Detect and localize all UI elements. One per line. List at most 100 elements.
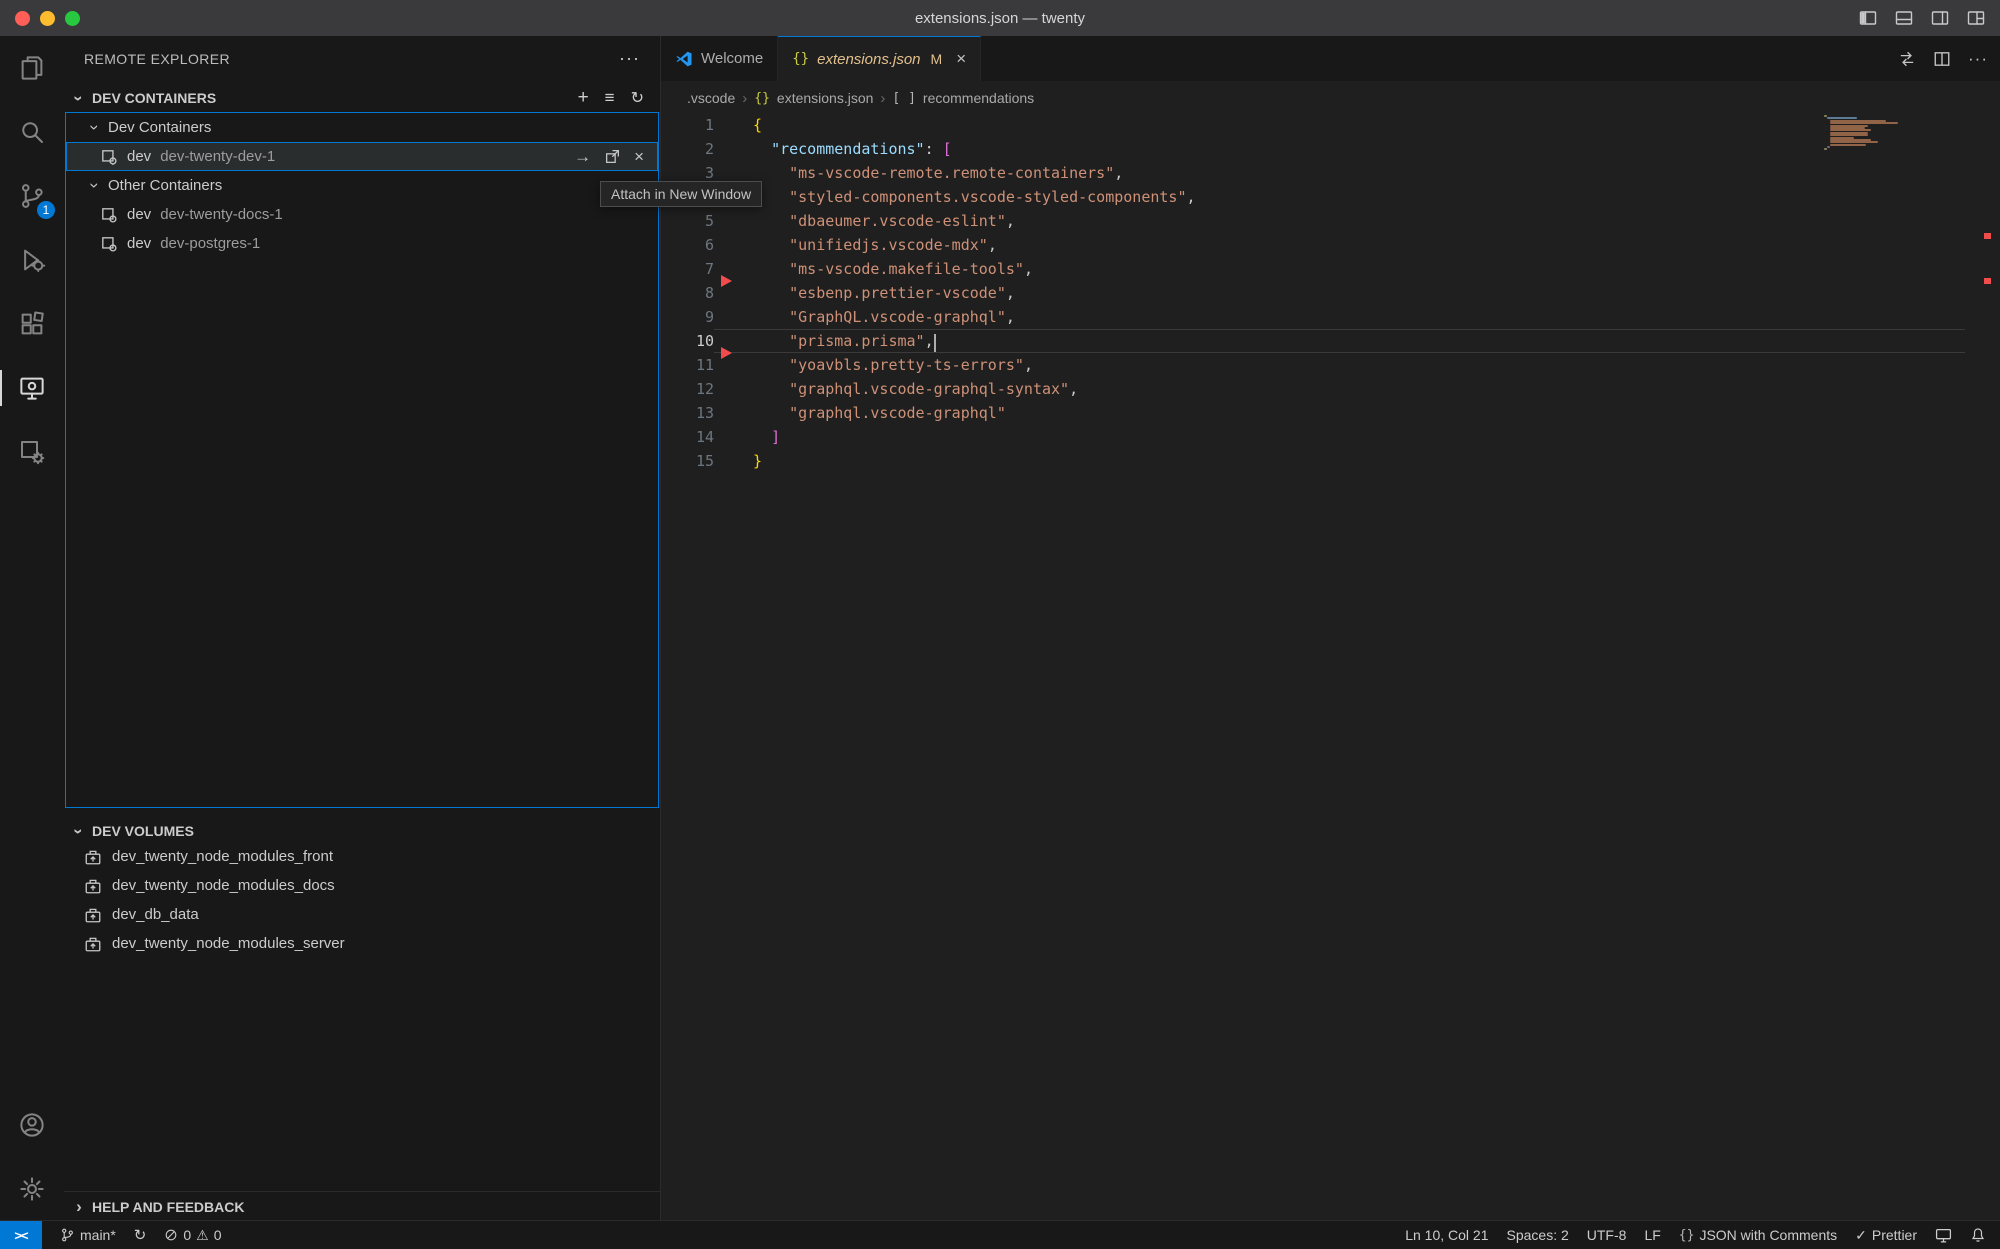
close-tab-icon[interactable]: × — [956, 49, 966, 69]
encoding-label: UTF-8 — [1587, 1227, 1627, 1243]
filter-icon[interactable]: ≡ — [605, 88, 615, 108]
toggle-secondary-sidebar-icon[interactable] — [1930, 8, 1950, 28]
sync-changes-item[interactable]: ↻ — [134, 1226, 147, 1244]
line-number: 9 — [661, 308, 714, 326]
containers-icon[interactable] — [0, 420, 64, 484]
container-item-dev-twenty-dev-1[interactable]: dev dev-twenty-dev-1 → × — [66, 142, 658, 171]
error-count: 0 — [183, 1227, 191, 1243]
code-line[interactable]: 13 "graphql.vscode-graphql" — [661, 401, 2000, 425]
code-line[interactable]: 10 "prisma.prisma", — [661, 329, 2000, 353]
volume-name: dev_twenty_node_modules_server — [112, 935, 345, 952]
code-line[interactable]: 8 "esbenp.prettier-vscode", — [661, 281, 2000, 305]
indentation-item[interactable]: Spaces: 2 — [1507, 1227, 1569, 1243]
breadcrumb-folder[interactable]: .vscode — [687, 90, 735, 106]
chevron-down-icon: › — [87, 121, 104, 135]
accounts-icon[interactable] — [0, 1093, 64, 1157]
volume-item[interactable]: dev_twenty_node_modules_docs — [64, 871, 660, 900]
formatter-item[interactable]: ✓ Prettier — [1855, 1227, 1917, 1244]
tree-group-other-containers[interactable]: › Other Containers — [66, 171, 658, 200]
refresh-icon[interactable]: ↻ — [631, 88, 644, 108]
tab-bar: Welcome {} extensions.json M × ··· — [661, 36, 2000, 81]
toggle-primary-sidebar-icon[interactable] — [1858, 8, 1878, 28]
extensions-icon[interactable] — [0, 292, 64, 356]
encoding-item[interactable]: UTF-8 — [1587, 1227, 1627, 1243]
code-line[interactable]: 7 "ms-vscode.makefile-tools", — [661, 257, 2000, 281]
code-line[interactable]: 5 "dbaeumer.vscode-eslint", — [661, 209, 2000, 233]
explorer-icon[interactable] — [0, 36, 64, 100]
sidebar-remote-explorer: REMOTE EXPLORER ··· › DEV CONTAINERS + ≡… — [64, 36, 661, 1221]
chevron-down-icon: › — [71, 91, 88, 105]
code-line[interactable]: 1{ — [661, 113, 2000, 137]
attach-current-window-icon[interactable]: → — [574, 148, 591, 165]
customize-layout-icon[interactable] — [1966, 8, 1986, 28]
stop-container-icon[interactable]: × — [634, 148, 644, 165]
tree-group-dev-containers[interactable]: › Dev Containers — [66, 113, 658, 142]
volume-item[interactable]: dev_twenty_node_modules_front — [64, 842, 660, 871]
eol-label: LF — [1644, 1227, 1660, 1243]
eol-item[interactable]: LF — [1644, 1227, 1660, 1243]
code-lines: 1{2 "recommendations": [3 "ms-vscode-rem… — [661, 113, 2000, 473]
warning-icon: ⚠ — [196, 1227, 209, 1244]
code-line[interactable]: 2 "recommendations": [ — [661, 137, 2000, 161]
language-label: JSON with Comments — [1699, 1227, 1837, 1243]
warning-count: 0 — [214, 1227, 222, 1243]
sidebar-title: REMOTE EXPLORER — [84, 51, 230, 67]
git-deleted-marker — [721, 347, 732, 359]
code-line[interactable]: 9 "GraphQL.vscode-graphql", — [661, 305, 2000, 329]
attach-new-window-icon[interactable] — [604, 148, 621, 165]
more-actions-icon[interactable]: ··· — [619, 48, 640, 69]
code-line[interactable]: 3 "ms-vscode-remote.remote-containers", — [661, 161, 2000, 185]
code-line[interactable]: 12 "graphql.vscode-graphql-syntax", — [661, 377, 2000, 401]
line-number: 6 — [661, 236, 714, 254]
more-actions-icon[interactable]: ··· — [1968, 49, 1988, 69]
code-line[interactable]: 14 ] — [661, 425, 2000, 449]
notifications-item[interactable] — [1970, 1227, 1986, 1243]
code-line[interactable]: 6 "unifiedjs.vscode-mdx", — [661, 233, 2000, 257]
tab-welcome[interactable]: Welcome — [661, 36, 778, 81]
vscode-logo-icon — [675, 50, 693, 68]
split-editor-icon[interactable] — [1933, 50, 1951, 68]
line-number: 11 — [661, 356, 714, 374]
problems-item[interactable]: 0 ⚠ 0 — [164, 1227, 221, 1244]
volume-item[interactable]: dev_twenty_node_modules_server — [64, 929, 660, 958]
section-dev-volumes[interactable]: › DEV VOLUMES — [64, 817, 660, 845]
code-line[interactable]: 4 "styled-components.vscode-styled-compo… — [661, 185, 2000, 209]
json-file-icon: {} — [792, 51, 809, 67]
line-number: 7 — [661, 260, 714, 278]
container-item-dev-postgres-1[interactable]: dev dev-postgres-1 — [66, 229, 658, 258]
formatter-label: Prettier — [1872, 1227, 1917, 1243]
remote-explorer-icon[interactable] — [0, 356, 64, 420]
breadcrumb-file[interactable]: extensions.json — [777, 90, 874, 106]
screen-share-item[interactable] — [1935, 1228, 1952, 1243]
section-dev-containers[interactable]: › DEV CONTAINERS + ≡ ↻ — [64, 84, 660, 112]
minimap[interactable] — [1824, 115, 1900, 150]
toggle-panel-icon[interactable] — [1894, 8, 1914, 28]
breadcrumb-symbol[interactable]: recommendations — [923, 90, 1034, 106]
line-col: Ln 10, Col 21 — [1405, 1227, 1488, 1243]
container-label: dev — [127, 235, 151, 252]
cursor-position-item[interactable]: Ln 10, Col 21 — [1405, 1227, 1488, 1243]
settings-gear-icon[interactable] — [0, 1157, 64, 1221]
source-control-icon[interactable]: 1 — [0, 164, 64, 228]
open-changes-icon[interactable] — [1898, 50, 1916, 68]
container-item-dev-twenty-docs-1[interactable]: dev dev-twenty-docs-1 — [66, 200, 658, 229]
volume-item[interactable]: dev_db_data — [64, 900, 660, 929]
git-branch-item[interactable]: main* — [60, 1227, 116, 1243]
remote-indicator[interactable]: >< — [0, 1221, 42, 1249]
section-help-and-feedback[interactable]: › HELP AND FEEDBACK — [64, 1191, 660, 1221]
run-and-debug-icon[interactable] — [0, 228, 64, 292]
editor-group: Welcome {} extensions.json M × ··· .vsco… — [661, 36, 2000, 1221]
code-line[interactable]: 11 "yoavbls.pretty-ts-errors", — [661, 353, 2000, 377]
line-number: 3 — [661, 164, 714, 182]
new-dev-container-icon[interactable]: + — [578, 87, 589, 109]
container-name: dev-postgres-1 — [160, 235, 260, 252]
volume-name: dev_twenty_node_modules_front — [112, 848, 333, 865]
breadcrumb-separator: › — [880, 90, 885, 107]
language-mode-item[interactable]: {} JSON with Comments — [1679, 1227, 1837, 1243]
search-icon[interactable] — [0, 100, 64, 164]
line-number: 14 — [661, 428, 714, 446]
line-number: 1 — [661, 116, 714, 134]
titlebar: extensions.json — twenty — [0, 0, 2000, 37]
tab-extensions-json[interactable]: {} extensions.json M × — [778, 36, 981, 81]
code-line[interactable]: 15} — [661, 449, 2000, 473]
